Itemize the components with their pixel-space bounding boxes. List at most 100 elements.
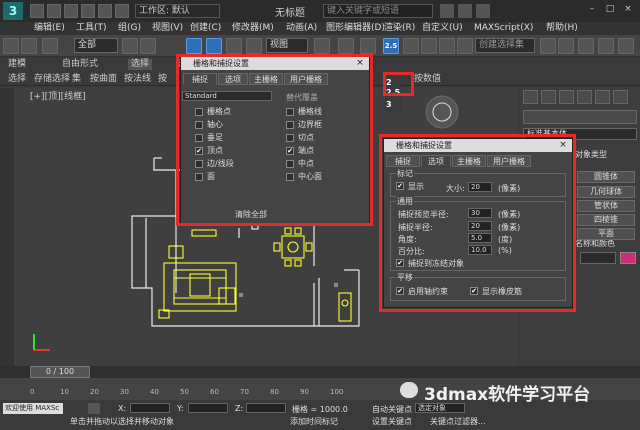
menu-item[interactable]: 修改器(M) [232, 22, 274, 35]
key-filters-button[interactable]: 关键点过滤器... [430, 416, 486, 427]
ribbon-tool[interactable]: 集 [72, 74, 81, 85]
snap-checkbox[interactable] [195, 108, 203, 116]
star-icon[interactable] [458, 4, 472, 18]
material-editor-icon[interactable] [598, 38, 614, 54]
tab-options[interactable]: 选项 [218, 73, 248, 85]
tab-user-grids[interactable]: 用户栅格 [487, 155, 531, 167]
tab-options[interactable]: 选项 [421, 155, 451, 167]
category-icons-row[interactable] [523, 110, 637, 124]
curve-editor-icon[interactable] [578, 38, 594, 54]
tab-home-grid[interactable]: 主栅格 [249, 73, 283, 85]
modify-tab-icon[interactable] [541, 90, 556, 104]
spinner-snap-icon[interactable] [439, 38, 455, 54]
snap-3d-option[interactable]: 3 [386, 100, 392, 109]
menu-item[interactable]: 动画(A) [286, 22, 317, 35]
ribbon-tool[interactable]: 选择 [8, 74, 26, 85]
select-object-icon[interactable] [122, 38, 138, 54]
snap-25d-option[interactable]: 2.5 [386, 88, 400, 97]
align-icon[interactable] [558, 38, 574, 54]
snap-checkbox[interactable]: ✔ [286, 147, 294, 155]
ribbon-tool[interactable]: 按数值 [414, 74, 441, 85]
cone-button[interactable]: 圆锥体 [577, 171, 635, 183]
menu-item[interactable]: 视图(V) [152, 22, 183, 35]
snap-checkbox[interactable] [195, 160, 203, 168]
create-tab-icon[interactable] [523, 90, 538, 104]
add-time-tag[interactable]: 添加时间标记 [290, 416, 338, 427]
size-field[interactable]: 20 [468, 182, 492, 192]
ribbon-tab[interactable]: 选择 [128, 59, 153, 70]
select-by-name-icon[interactable] [140, 38, 156, 54]
tab-user-grids[interactable]: 用户栅格 [284, 73, 328, 85]
tube-button[interactable]: 管状体 [577, 200, 635, 212]
render-icon[interactable] [618, 38, 634, 54]
display-tab-icon[interactable] [595, 90, 610, 104]
auto-key-label[interactable]: 自动关键点 [372, 404, 412, 415]
pivot-center-icon[interactable] [314, 38, 330, 54]
motion-tab-icon[interactable] [577, 90, 592, 104]
snap-radius-field[interactable]: 20 [468, 221, 492, 231]
tab-home-grid[interactable]: 主栅格 [452, 155, 486, 167]
link-icon[interactable] [42, 38, 58, 54]
workspace-dropdown[interactable]: 工作区: 默认 [135, 4, 220, 18]
menu-item[interactable]: MAXScript(X) [474, 22, 533, 35]
maxscript-listener[interactable]: 欢迎使用 MAXSc [3, 403, 63, 414]
rect-selection-icon[interactable] [186, 38, 202, 54]
plane-button[interactable]: 平面 [577, 228, 635, 240]
project-folder-icon[interactable] [115, 4, 129, 18]
snap-type-dropdown[interactable]: Standard [182, 91, 272, 101]
preview-radius-field[interactable]: 30 [468, 208, 492, 218]
ribbon-tab[interactable]: 自由形式 [62, 59, 98, 70]
undo-icon[interactable] [81, 4, 95, 18]
menu-item[interactable]: 自定义(U) [422, 22, 463, 35]
angle-snap-icon[interactable] [403, 38, 419, 54]
menu-item[interactable]: 渲染(R) [384, 22, 415, 35]
select-rotate-icon[interactable] [226, 38, 242, 54]
x-field[interactable] [130, 403, 170, 413]
y-field[interactable] [188, 403, 228, 413]
use-axis-constraints-checkbox[interactable]: ✔ [396, 287, 404, 295]
snap-checkbox[interactable] [286, 108, 294, 116]
selection-filter-dropdown[interactable]: 全部 [74, 38, 118, 53]
snaps-toggle-button[interactable]: 2.5 [383, 38, 399, 54]
ribbon-tool[interactable]: 按曲面 [90, 74, 117, 85]
object-name-field[interactable] [580, 252, 616, 264]
menu-item[interactable]: 编辑(E) [34, 22, 65, 35]
redo-icon[interactable] [21, 38, 37, 54]
ribbon-tool[interactable]: 按 [158, 74, 167, 85]
help-icon[interactable] [476, 4, 490, 18]
percent-field[interactable]: 10.0 [468, 245, 492, 255]
minimize-icon[interactable]: – [585, 4, 599, 18]
snap-checkbox[interactable] [286, 121, 294, 129]
select-scale-icon[interactable] [246, 38, 262, 54]
time-slider-thumb[interactable]: 0 / 100 [30, 366, 90, 378]
lock-icon[interactable] [88, 403, 100, 414]
set-key-label[interactable]: 设置关键点 [372, 416, 412, 427]
ribbon-tool[interactable]: 存储选择 [34, 74, 70, 85]
mirror-icon[interactable] [540, 38, 556, 54]
hierarchy-tab-icon[interactable] [559, 90, 574, 104]
snap-checkbox[interactable]: ✔ [195, 147, 203, 155]
pyramid-button[interactable]: 四棱锥 [577, 214, 635, 226]
menu-item[interactable]: 图形编辑器(D) [326, 22, 385, 35]
ribbon-tool[interactable]: 按法线 [124, 74, 151, 85]
clear-all-button[interactable]: 清除全部 [229, 209, 273, 220]
time-slider[interactable]: 0 / 100 [0, 366, 640, 378]
tab-snaps[interactable]: 捕捉 [183, 73, 217, 85]
z-field[interactable] [246, 403, 286, 413]
viewport-label[interactable]: [+][顶][线框] [30, 89, 86, 102]
menu-item[interactable]: 帮助(H) [546, 22, 578, 35]
close-icon[interactable]: × [621, 4, 635, 18]
undo-icon[interactable] [3, 38, 19, 54]
snap-checkbox[interactable] [286, 134, 294, 142]
percent-snap-icon[interactable] [421, 38, 437, 54]
snap-checkbox[interactable] [286, 173, 294, 181]
new-file-icon[interactable] [30, 4, 44, 18]
snap-2d-option[interactable]: 2 [386, 78, 392, 87]
snap-checkbox[interactable] [195, 134, 203, 142]
redo-icon[interactable] [98, 4, 112, 18]
maximize-icon[interactable]: □ [603, 4, 617, 18]
snap-checkbox[interactable] [195, 173, 203, 181]
select-move-icon[interactable] [206, 38, 222, 54]
ribbon-tab[interactable]: 建模 [8, 59, 26, 70]
tab-snaps[interactable]: 捕捉 [386, 155, 420, 167]
